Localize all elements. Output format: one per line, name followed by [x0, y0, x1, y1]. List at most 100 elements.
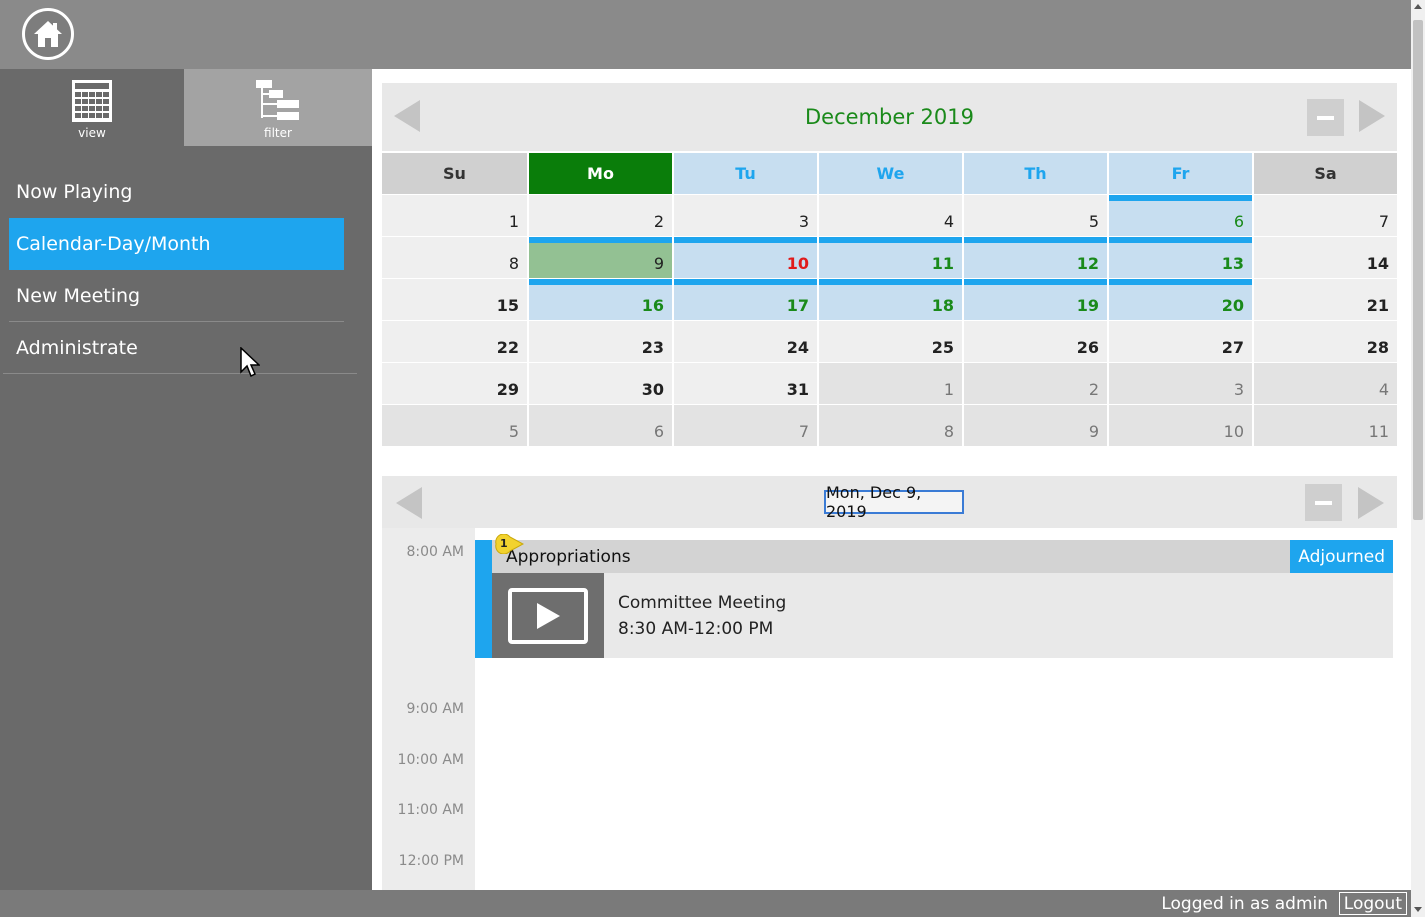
calendar-day-cell[interactable]: 22	[382, 321, 527, 362]
sidebar-item-label: Now Playing	[16, 181, 133, 203]
next-day-button[interactable]	[1356, 486, 1386, 520]
collapse-day-button[interactable]	[1305, 484, 1342, 521]
weekday-header-fr: Fr	[1109, 153, 1252, 194]
event-details: Committee Meeting 8:30 AM-12:00 PM	[618, 590, 786, 642]
calendar-day-cell[interactable]: 10	[674, 237, 817, 278]
month-header: December 2019	[382, 83, 1397, 151]
calendar-day-cell[interactable]: 20	[1109, 279, 1252, 320]
calendar-day-cell[interactable]: 21	[1254, 279, 1397, 320]
calendar-day-cell[interactable]: 11	[1254, 405, 1397, 446]
day-header: Mon, Dec 9, 2019	[382, 476, 1397, 528]
calendar-day-cell[interactable]: 14	[1254, 237, 1397, 278]
calendar-day-cell[interactable]: 26	[964, 321, 1107, 362]
next-month-button[interactable]	[1357, 99, 1387, 133]
status-footer: Logged in as admin Logout	[0, 890, 1411, 917]
event-count: 1	[500, 537, 508, 550]
calendar-day-cell[interactable]: 2	[529, 195, 672, 236]
scroll-thumb[interactable]	[1413, 20, 1423, 520]
sidebar-item-administrate[interactable]: Administrate	[3, 322, 357, 374]
calendar-day-cell[interactable]: 8	[382, 237, 527, 278]
meeting-event-card[interactable]: Appropriations Adjourned Committee Meeti…	[475, 534, 1393, 658]
weekday-header-th: Th	[964, 153, 1107, 194]
calendar-day-cell[interactable]: 10	[1109, 405, 1252, 446]
calendar-day-cell[interactable]: 9	[964, 405, 1107, 446]
calendar-day-cell[interactable]: 1	[819, 363, 962, 404]
calendar-day-cell[interactable]: 4	[1254, 363, 1397, 404]
day-timeline: 8:00 AM 9:00 AM 10:00 AM 11:00 AM 12:00 …	[382, 528, 1397, 890]
calendar-day-cell[interactable]: 7	[674, 405, 817, 446]
tab-view[interactable]: view	[0, 69, 184, 146]
selected-date-field[interactable]: Mon, Dec 9, 2019	[824, 483, 964, 521]
sidebar: view filter Now Playing Calendar-Day/Mon…	[0, 69, 372, 890]
weekday-header-sa: Sa	[1254, 153, 1397, 194]
tab-view-label: view	[78, 126, 106, 140]
calendar-day-cell[interactable]: 27	[1109, 321, 1252, 362]
calendar-day-cell[interactable]: 29	[382, 363, 527, 404]
play-icon	[508, 587, 588, 644]
sidebar-item-label: Calendar-Day/Month	[16, 233, 211, 255]
calendar-day-cell[interactable]: 19	[964, 279, 1107, 320]
logout-button[interactable]: Logout	[1338, 892, 1407, 915]
main-panel: December 2019 Su Mo Tu We Th Fr Sa 1 2 3 4 5 6 7 8 9 10 1…	[372, 69, 1411, 890]
calendar-day-cell[interactable]: 1	[382, 195, 527, 236]
sidebar-item-new-meeting[interactable]: New Meeting	[9, 270, 344, 322]
time-label: 10:00 AM	[397, 752, 464, 768]
day-schedule: Appropriations Adjourned Committee Meeti…	[475, 528, 1397, 890]
weekday-header-tu: Tu	[674, 153, 817, 194]
calendar-day-cell[interactable]: 4	[819, 195, 962, 236]
time-label: 12:00 PM	[398, 853, 464, 869]
collapse-month-button[interactable]	[1307, 99, 1344, 136]
calendar-day-cell[interactable]: 2	[964, 363, 1107, 404]
calendar-day-cell[interactable]: 13	[1109, 237, 1252, 278]
top-bar	[0, 0, 1411, 69]
event-type: Committee Meeting	[618, 593, 787, 613]
prev-day-button[interactable]	[394, 486, 424, 520]
scroll-down-arrow[interactable]	[1414, 907, 1422, 912]
calendar-day-cell[interactable]: 30	[529, 363, 672, 404]
mouse-cursor-icon	[240, 347, 260, 378]
time-label: 11:00 AM	[397, 802, 464, 818]
calendar-day-cell[interactable]: 5	[964, 195, 1107, 236]
calendar-day-cell[interactable]: 18	[819, 279, 962, 320]
sidebar-item-now-playing[interactable]: Now Playing	[9, 166, 344, 218]
calendar-day-cell[interactable]: 6	[1109, 195, 1252, 236]
calendar-day-cell[interactable]: 23	[529, 321, 672, 362]
tab-filter[interactable]: filter	[184, 69, 372, 146]
calendar-day-cell[interactable]: 16	[529, 279, 672, 320]
calendar-day-cell[interactable]: 11	[819, 237, 962, 278]
calendar-day-cell[interactable]: 8	[819, 405, 962, 446]
weekday-header-su: Su	[382, 153, 527, 194]
weekday-header-mo: Mo	[529, 153, 672, 194]
page-scrollbar[interactable]	[1411, 0, 1425, 917]
status-badge: Adjourned	[1290, 540, 1393, 573]
calendar-day-cell[interactable]: 9	[529, 237, 672, 278]
weekday-header-we: We	[819, 153, 962, 194]
home-icon	[34, 21, 62, 47]
calendar-day-cell[interactable]: 28	[1254, 321, 1397, 362]
calendar-day-cell[interactable]: 15	[382, 279, 527, 320]
event-title-bar: Appropriations Adjourned	[492, 540, 1393, 573]
calendar-day-cell[interactable]: 25	[819, 321, 962, 362]
tool-tabs: view filter	[0, 69, 372, 146]
calendar-day-cell[interactable]: 3	[1109, 363, 1252, 404]
home-button[interactable]	[22, 8, 74, 60]
calendar-day-cell[interactable]: 6	[529, 405, 672, 446]
event-count-badge: 1	[494, 534, 524, 554]
sidebar-item-label: New Meeting	[16, 284, 141, 307]
calendar-day-cell[interactable]: 3	[674, 195, 817, 236]
month-title: December 2019	[804, 105, 974, 129]
calendar-day-cell[interactable]: 7	[1254, 195, 1397, 236]
calendar-day-cell[interactable]: 24	[674, 321, 817, 362]
sidebar-item-calendar[interactable]: Calendar-Day/Month	[9, 218, 344, 270]
calendar-day-cell[interactable]: 31	[674, 363, 817, 404]
event-time: 8:30 AM-12:00 PM	[618, 619, 774, 639]
play-video-button[interactable]	[492, 573, 604, 658]
calendar-day-cell[interactable]: 17	[674, 279, 817, 320]
calendar-day-cell[interactable]: 5	[382, 405, 527, 446]
time-label: 8:00 AM	[406, 544, 464, 560]
calendar-day-cell[interactable]: 12	[964, 237, 1107, 278]
scroll-up-arrow[interactable]	[1414, 4, 1422, 9]
event-title: Appropriations	[506, 546, 631, 567]
event-stripe	[475, 540, 492, 658]
tree-list-icon	[256, 80, 299, 120]
